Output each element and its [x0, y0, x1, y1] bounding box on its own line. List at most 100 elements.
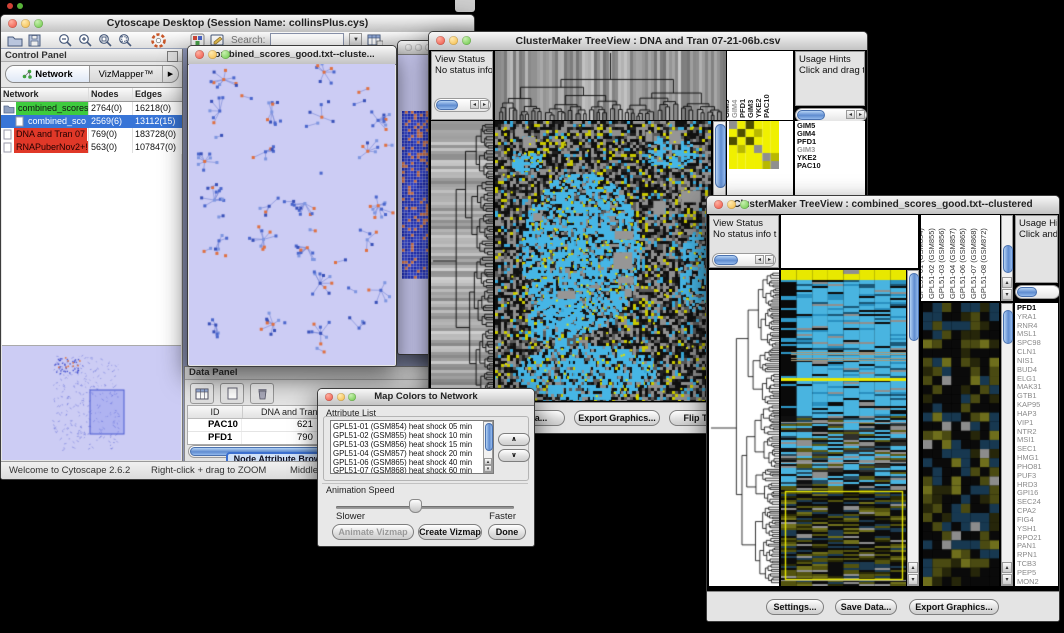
heatmap-canvas[interactable]: [781, 270, 906, 586]
gene-label[interactable]: TCB3: [1017, 560, 1058, 569]
dialog-titlebar[interactable]: Map Colors to Network: [318, 389, 534, 406]
gene-label[interactable]: ELG1: [1017, 375, 1058, 384]
delete-attribute-icon[interactable]: [250, 383, 274, 404]
column-label[interactable]: GPL51-06 (GSM865): [959, 228, 967, 299]
minimize-icon[interactable]: [337, 393, 345, 401]
attribute-item[interactable]: GPL51-07 (GSM868) heat shock 60 min: [333, 466, 482, 474]
usage-hints-scrollbar[interactable]: [1015, 285, 1060, 299]
attribute-list-vscrollbar[interactable]: ▴ ▾: [483, 421, 493, 473]
minimize-icon[interactable]: [449, 36, 458, 45]
treeview2-titlebar[interactable]: ClusterMaker TreeView : combined_scores_…: [707, 196, 1059, 215]
gene-label[interactable]: GPI16: [1017, 489, 1058, 498]
zoom-icon[interactable]: [221, 50, 230, 59]
gene-label[interactable]: MAK31: [1017, 383, 1058, 392]
export-graphics-button[interactable]: Export Graphics...: [909, 599, 999, 615]
gene-label[interactable]: SEC1: [1017, 445, 1058, 454]
network-row[interactable]: DNA and Tran 07 769(0) 183728(0): [1, 128, 182, 141]
attribute-item[interactable]: GPL51-04 (GSM857) heat shock 20 min: [333, 449, 482, 458]
gene-label[interactable]: CLN1: [1017, 348, 1058, 357]
view-status-scrollbar[interactable]: ◂ ▸: [434, 98, 491, 112]
attribute-item[interactable]: GPL51-06 (GSM865) heat shock 40 min: [333, 458, 482, 467]
gene-label[interactable]: RNR4: [1017, 322, 1058, 331]
network-row[interactable]: combined_scores 2764(0) 16218(0): [1, 102, 182, 115]
close-icon[interactable]: [195, 50, 204, 59]
column-label[interactable]: GPL51-02 (GSM855): [928, 228, 936, 299]
gene-label[interactable]: NIS1: [1017, 357, 1058, 366]
gene-label[interactable]: YSH1: [1017, 525, 1058, 534]
close-icon[interactable]: [8, 19, 17, 28]
export-graphics-button[interactable]: Export Graphics...: [574, 410, 660, 426]
column-label[interactable]: GPL51-03 (GSM856): [938, 228, 946, 299]
column-label[interactable]: GPL51-07 (GSM868): [970, 228, 978, 299]
column-dendrogram-canvas[interactable]: [495, 51, 726, 120]
tab-vizmapper[interactable]: VizMapper™: [90, 66, 163, 82]
gene-label[interactable]: HRD3: [1017, 481, 1058, 490]
zoom-heatmap-canvas[interactable]: [729, 121, 779, 169]
gene-label[interactable]: YRA1: [1017, 313, 1058, 322]
gene-label[interactable]: MSI1: [1017, 436, 1058, 445]
attribute-listbox[interactable]: GPL51-01 (GSM854) heat shock 05 minGPL51…: [330, 420, 494, 474]
zoom-icon[interactable]: [34, 19, 43, 28]
attribute-item[interactable]: GPL51-03 (GSM856) heat shock 15 min: [333, 440, 482, 449]
usage-hints-scrollbar[interactable]: ◂ ▸: [795, 108, 867, 122]
minimize-icon[interactable]: [727, 200, 736, 209]
gene-list-vscrollbar[interactable]: ▴ ▾: [1001, 303, 1013, 586]
close-icon[interactable]: [714, 200, 723, 209]
new-attribute-icon[interactable]: [220, 383, 244, 404]
heatmap-canvas[interactable]: [495, 121, 711, 401]
zoom-fit-icon[interactable]: [118, 33, 133, 47]
gene-label[interactable]: NTR2: [1017, 428, 1058, 437]
col-nodes[interactable]: Nodes: [89, 88, 133, 101]
col-edges[interactable]: Edges: [133, 88, 181, 101]
gene-label[interactable]: PEP5: [1017, 569, 1058, 578]
zoom-icon[interactable]: [348, 393, 356, 401]
close-icon[interactable]: [436, 36, 445, 45]
settings-button[interactable]: Settings...: [766, 599, 824, 615]
minimize-icon[interactable]: [21, 19, 30, 28]
view-status-scrollbar[interactable]: ◂ ▸: [712, 253, 776, 267]
row-dendrogram-canvas[interactable]: [709, 270, 779, 586]
main-titlebar[interactable]: Cytoscape Desktop (Session Name: collins…: [1, 15, 474, 33]
zoom-icon[interactable]: [740, 200, 749, 209]
zoom-out-icon[interactable]: [58, 33, 73, 47]
col-id[interactable]: ID: [188, 406, 243, 418]
treeview1-titlebar[interactable]: ClusterMaker TreeView : DNA and Tran 07-…: [429, 32, 867, 51]
column-labels-vscrollbar[interactable]: ▴ ▾: [1001, 215, 1013, 301]
minimize-icon[interactable]: [415, 44, 422, 51]
network-row-selected[interactable]: combined_sco 2569(6) 13112(15): [1, 115, 182, 128]
close-icon[interactable]: [325, 393, 333, 401]
column-label[interactable]: GPL51-04 (GSM857): [949, 228, 957, 299]
move-down-button[interactable]: ∨: [498, 449, 530, 462]
zoom-selected-icon[interactable]: [98, 33, 113, 47]
gene-label[interactable]: HAP3: [1017, 410, 1058, 419]
gene-label[interactable]: GTB1: [1017, 392, 1058, 401]
gene-label[interactable]: SPC98: [1017, 339, 1058, 348]
row-dendrogram-canvas[interactable]: [431, 121, 493, 401]
network1-titlebar[interactable]: combined_scores_good.txt--cluste...: [188, 46, 396, 65]
attribute-item[interactable]: GPL51-01 (GSM854) heat shock 05 min: [333, 422, 482, 431]
close-icon[interactable]: [405, 44, 412, 51]
gene-label[interactable]: PAN1: [1017, 542, 1058, 551]
speed-slider-track[interactable]: [336, 506, 514, 509]
gene-label[interactable]: VIP1: [1017, 419, 1058, 428]
save-data-button[interactable]: Save Data...: [835, 599, 897, 615]
gene-label[interactable]: MSL1: [1017, 330, 1058, 339]
zoom-in-icon[interactable]: [78, 33, 93, 47]
gene-label[interactable]: KAP95: [1017, 401, 1058, 410]
column-label[interactable]: GPL51-08 (GSM872): [980, 228, 988, 299]
gene-label[interactable]: PHO81: [1017, 463, 1058, 472]
attribute-item[interactable]: GPL51-02 (GSM855) heat shock 10 min: [333, 431, 482, 440]
gene-label[interactable]: RPO21: [1017, 534, 1058, 543]
col-network[interactable]: Network: [1, 88, 89, 101]
tab-more-button[interactable]: ▶: [163, 66, 178, 82]
gene-label[interactable]: BUD4: [1017, 366, 1058, 375]
move-up-button[interactable]: ∧: [498, 433, 530, 446]
help-lifesaver-icon[interactable]: [151, 33, 166, 48]
save-icon[interactable]: [28, 34, 42, 47]
float-panel-icon[interactable]: [167, 51, 178, 62]
network-tree-empty-area[interactable]: [2, 153, 181, 346]
zoom-icon[interactable]: [462, 36, 471, 45]
gene-label[interactable]: PAC10: [797, 162, 865, 170]
zoom-heatmap-canvas[interactable]: [923, 303, 999, 586]
open-file-icon[interactable]: [7, 34, 23, 47]
